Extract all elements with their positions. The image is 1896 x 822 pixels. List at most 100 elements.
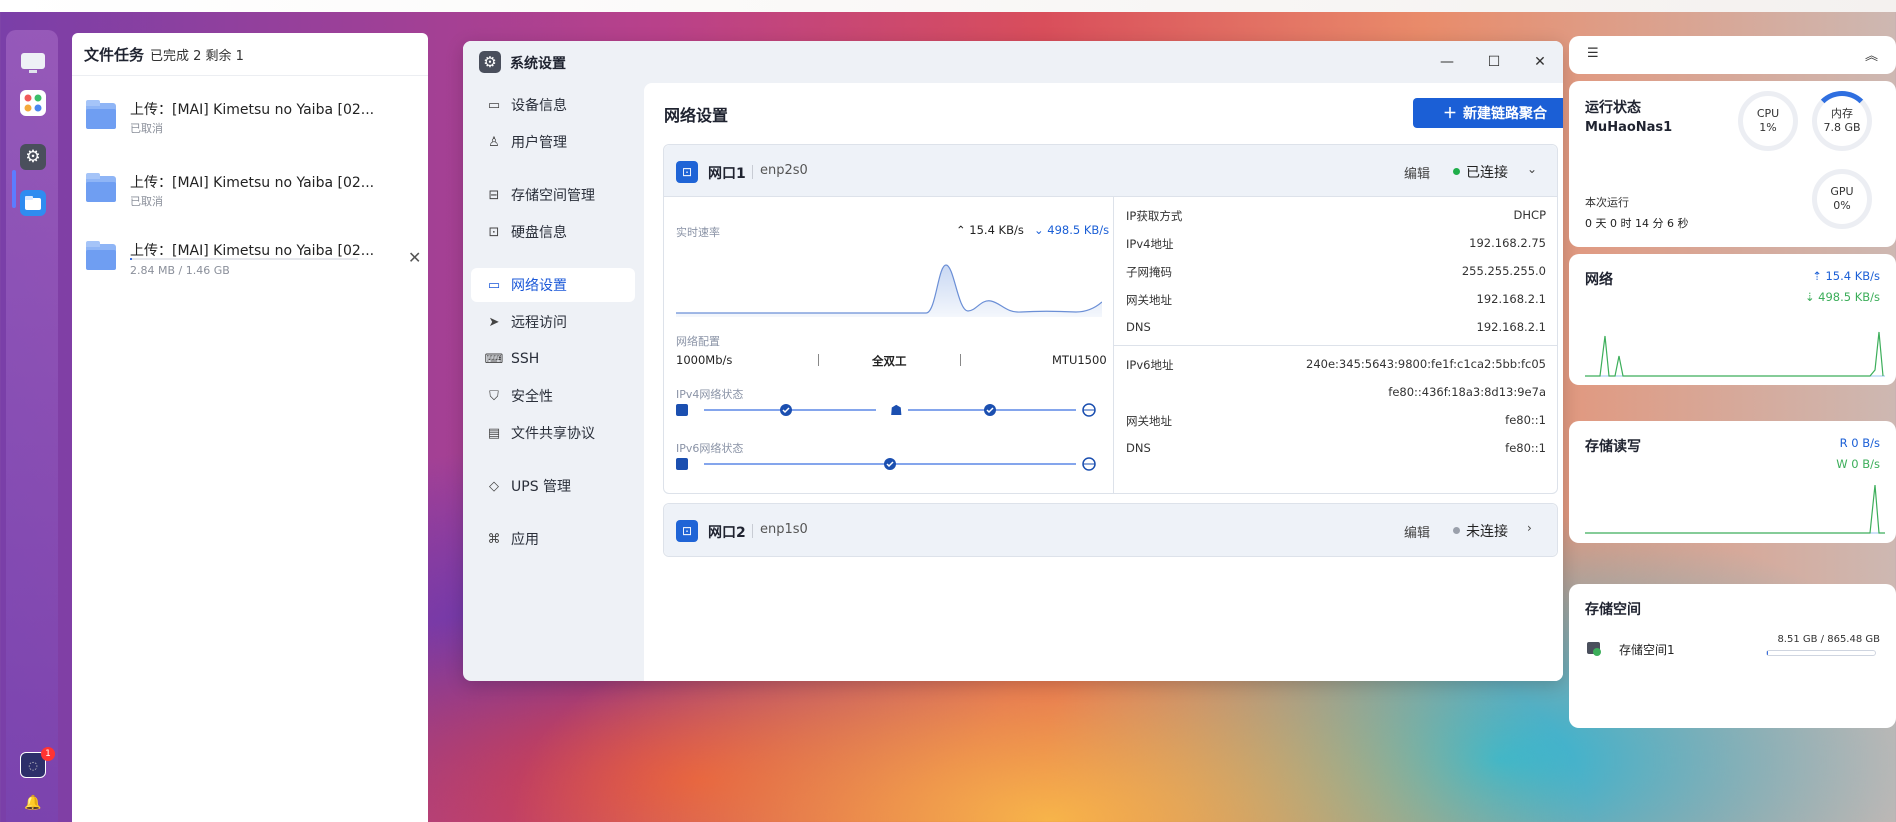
minimize-icon[interactable]: — (1436, 51, 1458, 73)
port-header-2[interactable]: ⊡ 网口2 enp1s0 编辑 未连接 › (664, 504, 1557, 556)
kv-key: IP获取方式 (1126, 209, 1183, 223)
sidebar-item-ssh[interactable]: ⌨ SSH (471, 342, 635, 376)
task-item[interactable]: 上传：[MAI] Kimetsu no Yaiba [02... 已取消 (86, 99, 416, 147)
apps-icon: ⌘ (487, 531, 501, 547)
chevron-down-icon[interactable]: ⌄ (1527, 162, 1537, 176)
notification-center-icon[interactable]: ◌ 1 (20, 747, 55, 778)
sidebar-item-remote[interactable]: ➤ 远程访问 (471, 305, 635, 339)
gpu-gauge: GPU 0% (1812, 169, 1872, 229)
storage-card: 存储空间 存储空间1 8.51 GB / 865.48 GB (1569, 584, 1896, 728)
sidebar-item-label: 网络设置 (511, 278, 567, 294)
task-status: 已取消 (130, 195, 163, 208)
kv-key: 子网掩码 (1126, 265, 1172, 279)
kv-key: 网关地址 (1126, 293, 1172, 307)
disk-write: W 0 B/s (1836, 457, 1880, 471)
settings-icon[interactable]: ⚙ (20, 144, 46, 170)
top-strip (0, 0, 1896, 12)
page-title: 网络设置 (664, 106, 729, 125)
shield-icon: ⛉ (489, 388, 499, 404)
edit-button[interactable]: 编辑 (1404, 522, 1430, 541)
sidebar-item-ups[interactable]: ◇ UPS 管理 (471, 469, 635, 503)
upload-rate-value: 15.4 KB/s (969, 223, 1024, 237)
status-dot (1453, 527, 1460, 534)
network-download-value: 498.5 KB/s (1818, 290, 1880, 304)
user-icon: ♙ (488, 134, 500, 150)
notification-badge: 1 (41, 747, 55, 761)
sidebar-item-storage[interactable]: ⊟ 存储空间管理 (471, 178, 635, 212)
port-device: enp1s0 (760, 522, 808, 537)
storage-usage-bar (1766, 650, 1876, 656)
sidebar-item-disk[interactable]: ⊡ 硬盘信息 (471, 215, 635, 249)
network-line (1585, 331, 1884, 377)
network-chart (1585, 331, 1885, 377)
rate-line (676, 264, 1102, 314)
widget-settings-icon[interactable]: ☰ (1587, 46, 1599, 61)
bell-icon[interactable]: 🔔 (20, 790, 46, 816)
dashboard-toolbar: ☰ ︽ (1569, 36, 1896, 74)
divider (960, 354, 961, 366)
memory-label: 内存 (1831, 107, 1853, 120)
disk-icon: ⊡ (488, 224, 500, 240)
port-state: 未连接 (1466, 524, 1508, 540)
gpu-label: GPU (1830, 185, 1854, 198)
task-item[interactable]: 上传：[MAI] Kimetsu no Yaiba [02... 已取消 (86, 172, 416, 220)
upload-rate: ⌃ 15.4 KB/s (956, 223, 1024, 237)
settings-logo-icon: ⚙ (479, 51, 501, 73)
port-header-1[interactable]: ⊡ 网口1 enp2s0 编辑 已连接 ⌄ (664, 145, 1557, 197)
kv-value: 192.168.2.1 (1476, 292, 1547, 306)
sidebar-item-label: UPS 管理 (511, 479, 572, 495)
ipv6-row: IPv6地址 240e:345:5643:9800:fe1f:c1ca2:5bb:… (1126, 357, 1546, 377)
ethernet-icon: ⊡ (676, 520, 698, 542)
kv-key: 网关地址 (1126, 414, 1172, 428)
port-realtime-pane: 实时速率 ⌃ 15.4 KB/s ⌄ 498.5 KB/s 网络配置 1000M… (664, 197, 1114, 493)
divider (818, 354, 819, 366)
port-card-1: ⊡ 网口1 enp2s0 编辑 已连接 ⌄ 实时速率 ⌃ 15.4 KB/s ⌄… (663, 144, 1558, 494)
sidebar-item-device-info[interactable]: ▭ 设备信息 (471, 88, 635, 122)
ethernet-icon: ⊡ (676, 161, 698, 183)
window-title: 系统设置 (510, 56, 566, 72)
chevron-right-icon[interactable]: › (1527, 521, 1532, 535)
task-item[interactable]: 上传：[MAI] Kimetsu no Yaiba [02... 2.84 MB… (86, 240, 421, 288)
edit-button[interactable]: 编辑 (1404, 163, 1430, 182)
router-icon: ☗ (890, 403, 903, 419)
disk-io-line (1585, 484, 1885, 534)
port-state: 已连接 (1466, 165, 1508, 181)
desktop-icon[interactable] (20, 50, 46, 76)
files-icon[interactable] (20, 190, 46, 216)
new-link-aggregation-button[interactable]: ＋ 新建链路聚合 (1413, 98, 1563, 128)
kv-value: 192.168.2.1 (1476, 320, 1547, 334)
apps-icon[interactable] (20, 90, 46, 116)
file-icon: ▤ (487, 425, 501, 441)
ipv6-row: fe80::436f:18a3:8d13:9e7a (1126, 385, 1546, 405)
ipv4-row: IP获取方式 DHCP (1126, 208, 1546, 228)
kv-key: IPv4地址 (1126, 237, 1174, 251)
port-device: enp2s0 (760, 163, 808, 178)
storage-pool-icon (1585, 639, 1603, 657)
sidebar-item-network[interactable]: ▭ 网络设置 (471, 268, 635, 302)
kv-value: 192.168.2.75 (1469, 236, 1546, 250)
window-titlebar: ⚙ 系统设置 — ☐ ✕ (463, 41, 1563, 83)
memory-gauge: 内存 7.8 GB (1812, 91, 1872, 151)
close-icon[interactable]: ✕ (408, 248, 421, 267)
collapse-icon[interactable]: ︽ (1865, 45, 1878, 64)
ipv6-row: 网关地址 fe80::1 (1126, 413, 1546, 433)
sidebar-item-security[interactable]: ⛉ 安全性 (471, 379, 635, 413)
divider (752, 165, 753, 179)
ipv4-status-path: ☗ (676, 403, 1096, 419)
sidebar-item-label: 用户管理 (511, 135, 567, 151)
port-name: 网口2 (708, 525, 746, 541)
file-tasks-panel: 文件任务 已完成 2 剩余 1 上传：[MAI] Kimetsu no Yaib… (72, 33, 428, 822)
ipv4-row: 网关地址 192.168.2.1 (1126, 292, 1546, 312)
close-icon[interactable]: ✕ (1529, 51, 1551, 73)
maximize-icon[interactable]: ☐ (1483, 51, 1505, 73)
cpu-label: CPU (1756, 107, 1780, 120)
file-tasks-title: 文件任务 (84, 45, 145, 64)
file-tasks-summary: 已完成 2 剩余 1 (150, 48, 244, 64)
sidebar-item-users[interactable]: ♙ 用户管理 (471, 125, 635, 159)
network-download: ⇣ 498.5 KB/s (1804, 290, 1880, 304)
ipv6-status-path (676, 457, 1096, 471)
settings-sidebar: ▭ 设备信息 ♙ 用户管理 ⊟ 存储空间管理 ⊡ 硬盘信息 ▭ 网络设置 ➤ 远程访问 ⌨ S… (463, 83, 643, 681)
sidebar-item-file-sharing[interactable]: ▤ 文件共享协议 (471, 416, 635, 450)
device-icon (676, 404, 688, 416)
sidebar-item-apps[interactable]: ⌘ 应用 (471, 522, 635, 556)
